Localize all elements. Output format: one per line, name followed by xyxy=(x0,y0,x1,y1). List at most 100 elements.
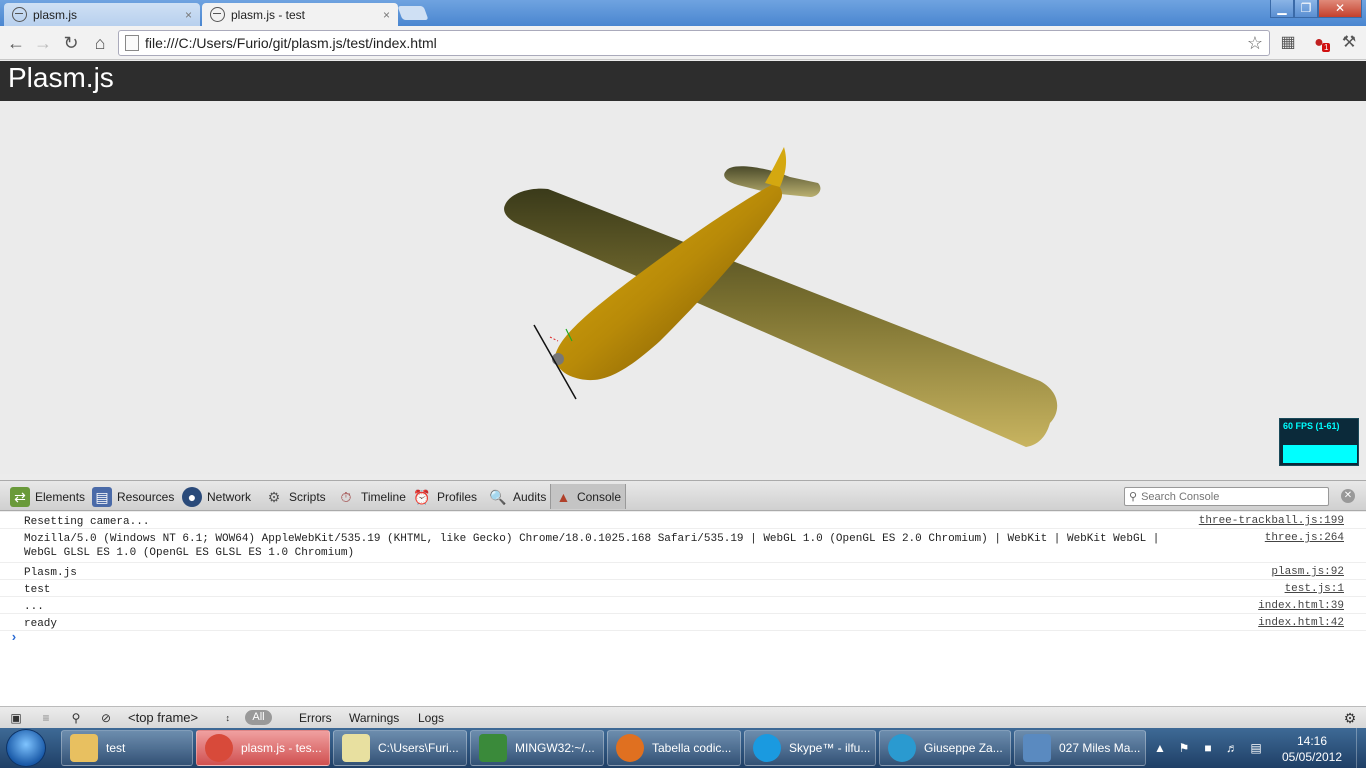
devtools-tab-audits[interactable]: 🔍 Audits xyxy=(484,484,550,509)
firefox-icon xyxy=(616,734,644,762)
devices-icon[interactable]: ■ xyxy=(1200,740,1216,756)
inspect-search-icon[interactable]: ⚲ xyxy=(66,709,86,727)
console-message-text: ready xyxy=(24,618,58,630)
devtools-tab-scripts[interactable]: ⚙ Scripts xyxy=(260,484,330,509)
extension-icon[interactable]: ▦ xyxy=(1277,33,1299,53)
tab-plasm-js[interactable]: plasm.js × xyxy=(4,3,200,26)
network-tray-icon[interactable]: ▤ xyxy=(1248,740,1264,756)
network-icon: ● xyxy=(182,486,202,507)
filter-logs-button[interactable]: Logs xyxy=(418,709,444,727)
console-message: Resetting camera... three-trackball.js:1… xyxy=(0,512,1366,529)
globe-icon xyxy=(12,7,27,22)
console-source-link[interactable]: index.html:39 xyxy=(1258,600,1344,612)
search-icon: ⚲ xyxy=(1129,491,1138,503)
tray-expand-icon[interactable]: ▲ xyxy=(1152,740,1168,756)
taskbar-item-chat[interactable]: Giuseppe Za... xyxy=(879,730,1011,766)
console-message-text: Resetting camera... xyxy=(24,516,150,528)
devtools-tab-resources[interactable]: ▤ Resources xyxy=(88,484,178,509)
tab-label: Profiles xyxy=(437,489,478,504)
taskbar-item-label: Tabella codic... xyxy=(652,741,732,755)
chrome-icon xyxy=(205,734,233,762)
filter-all-button[interactable]: All xyxy=(245,710,272,725)
volume-icon[interactable]: ♬ xyxy=(1224,740,1240,756)
audits-icon: 🔍 xyxy=(489,488,507,505)
tab-label: Elements xyxy=(35,489,86,504)
new-tab-button[interactable] xyxy=(397,6,429,20)
devtools-toolbar: ⇄ Elements ▤ Resources ● Network ⚙ Scrip… xyxy=(0,480,1366,511)
start-button[interactable] xyxy=(6,729,46,767)
devtools-tab-network[interactable]: ● Network xyxy=(178,484,255,509)
address-bar[interactable]: ☆ xyxy=(118,30,1270,56)
close-window-button[interactable]: ✕ xyxy=(1318,0,1362,18)
clock-date[interactable]: 05/05/2012 xyxy=(1278,750,1346,764)
devtools-tab-timeline[interactable]: ⏱ Timeline xyxy=(332,484,410,509)
taskbar-item-image-viewer[interactable]: 027 Miles Ma... xyxy=(1014,730,1146,766)
forward-icon[interactable]: → xyxy=(32,32,54,54)
console-source-link[interactable]: test.js:1 xyxy=(1285,583,1344,595)
taskbar-item-label: test xyxy=(106,741,126,755)
show-desktop-button[interactable] xyxy=(1356,728,1366,768)
taskbar-item-label: plasm.js - tes... xyxy=(241,741,322,755)
clear-console-icon[interactable]: ⊘ xyxy=(96,709,116,727)
windows-taskbar: test plasm.js - tes... C:\Users\Furi... … xyxy=(0,728,1366,768)
console-message-text: Mozilla/5.0 (Windows NT 6.1; WOW64) Appl… xyxy=(24,533,1160,559)
home-icon[interactable]: ⌂ xyxy=(89,32,111,54)
tab-close-icon[interactable]: × xyxy=(383,8,390,22)
console-panel[interactable]: Resetting camera... three-trackball.js:1… xyxy=(0,512,1366,706)
console-source-link[interactable]: three-trackball.js:199 xyxy=(1199,515,1344,527)
git-icon xyxy=(479,734,507,762)
dock-icon[interactable]: ▣ xyxy=(6,709,26,727)
maximize-button[interactable]: ❐ xyxy=(1294,0,1318,18)
console-search-input[interactable] xyxy=(1141,490,1328,503)
scripts-icon: ⚙ xyxy=(267,488,281,505)
taskbar-item-skype[interactable]: Skype™ - ilfu... xyxy=(744,730,876,766)
clock-time[interactable]: 14:16 xyxy=(1282,734,1342,748)
fps-label: 60 FPS (1-61) xyxy=(1283,421,1340,431)
taskbar-item-label: Giuseppe Za... xyxy=(924,741,1003,755)
action-center-flag-icon[interactable]: ⚑ xyxy=(1176,740,1192,756)
tab-label: Scripts xyxy=(289,489,326,504)
filter-warnings-button[interactable]: Warnings xyxy=(349,709,399,727)
taskbar-item-explorer[interactable]: test xyxy=(61,730,193,766)
tab-plasm-js-test[interactable]: plasm.js - test × xyxy=(202,3,398,26)
console-icon: ▲ xyxy=(556,488,571,505)
console-message: Mozilla/5.0 (Windows NT 6.1; WOW64) Appl… xyxy=(0,529,1366,563)
devtools-tab-elements[interactable]: ⇄ Elements xyxy=(6,484,89,509)
back-icon[interactable]: ← xyxy=(5,32,27,54)
timeline-icon: ⏱ xyxy=(340,488,352,505)
console-message: Plasm.js plasm.js:92 xyxy=(0,563,1366,580)
tab-label: Resources xyxy=(117,489,175,504)
console-source-link[interactable]: plasm.js:92 xyxy=(1271,566,1344,578)
console-prompt[interactable]: › xyxy=(10,630,18,645)
taskbar-item-git-bash[interactable]: MINGW32:~/... xyxy=(470,730,604,766)
minimize-button[interactable]: ▁ xyxy=(1270,0,1294,18)
tab-title: plasm.js - test xyxy=(231,7,306,22)
console-source-link[interactable]: three.js:264 xyxy=(1265,532,1344,544)
wrench-icon[interactable]: ⚒ xyxy=(1338,33,1360,53)
console-message: ... index.html:39 xyxy=(0,597,1366,614)
settings-gear-icon[interactable]: ⚙ xyxy=(1340,709,1360,727)
devtools-tab-profiles[interactable]: ⏰ Profiles xyxy=(408,484,481,509)
webgl-viewport[interactable] xyxy=(0,101,1366,474)
close-devtools-icon[interactable]: ✕ xyxy=(1341,489,1355,503)
taskbar-item-editor[interactable]: C:\Users\Furi... xyxy=(333,730,467,766)
taskbar-item-chrome[interactable]: plasm.js - tes... xyxy=(196,730,330,766)
browser-toolbar: ← → ↻ ⌂ ☆ ▦ ● 1 ⚒ xyxy=(0,26,1366,60)
console-source-link[interactable]: index.html:42 xyxy=(1258,617,1344,629)
filter-errors-button[interactable]: Errors xyxy=(299,709,332,727)
tab-close-icon[interactable]: × xyxy=(185,8,192,22)
taskbar-item-label: 027 Miles Ma... xyxy=(1059,741,1141,755)
url-input[interactable] xyxy=(145,35,1247,51)
elements-icon: ⇄ xyxy=(10,486,30,507)
bookmark-star-icon[interactable]: ☆ xyxy=(1247,33,1263,54)
globe-icon xyxy=(210,7,225,22)
taskbar-item-firefox[interactable]: Tabella codic... xyxy=(607,730,741,766)
page-icon xyxy=(125,35,139,51)
editor-icon xyxy=(342,734,370,762)
console-drawer-icon[interactable]: ≡ xyxy=(36,709,56,727)
reload-icon[interactable]: ↻ xyxy=(60,32,82,54)
frame-selector[interactable]: <top frame> ↕ xyxy=(128,709,232,727)
console-search[interactable]: ⚲ xyxy=(1124,487,1329,506)
airplane-model xyxy=(504,147,1058,447)
devtools-tab-console[interactable]: ▲ Console xyxy=(550,484,626,509)
